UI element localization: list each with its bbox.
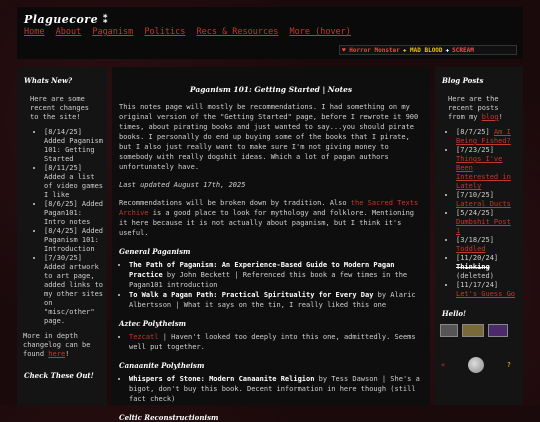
book-title: To Walk a Pagan Path: Practical Spiritua… [129, 291, 374, 299]
check-these-out-heading: Check These Out! [24, 371, 94, 380]
blog-post-link[interactable]: Let's Guess Go [456, 290, 515, 298]
arrow-left-icon[interactable]: « [441, 361, 445, 369]
list-item: Whispers of Stone: Modern Canaanite Reli… [129, 374, 424, 404]
site-header: Plaguecore ⁑ Home About Paganism Politic… [17, 7, 523, 59]
moon-icon [468, 357, 484, 373]
blog-post-deleted: Thinking [456, 263, 490, 271]
whats-new-intro: Here are some recent changes to the site… [30, 95, 90, 121]
hello-badges [440, 324, 523, 337]
changelog-list: [8/14/25] Added Paganism 101: Getting St… [17, 128, 107, 326]
general-list: The Path of Paganism: An Experience-Base… [112, 260, 424, 310]
whats-new-heading: Whats New? [24, 76, 73, 85]
nav-recs[interactable]: Recs & Resources [196, 27, 278, 37]
blog-posts-heading: Blog Posts [442, 76, 484, 85]
list-item: [7/23/25] Things I've Been Interested in… [456, 146, 519, 191]
list-item: To Walk a Pagan Path: Practical Spiritua… [129, 290, 424, 310]
intro-paragraph: This notes page will mostly be recommend… [119, 103, 419, 171]
blog-post-link[interactable]: Lateral Ducts [456, 200, 511, 208]
aztec-list: Tezcatl | Haven't looked too deeply into… [112, 332, 424, 352]
list-item: [8/7/25] Am I Being Fished? [456, 128, 519, 146]
widget-row: « ? [441, 357, 511, 373]
banner-cross: ✚ [445, 46, 450, 54]
section-general: General Paganism [119, 247, 191, 256]
nav-paganism[interactable]: Paganism [92, 27, 133, 37]
badge-image[interactable] [440, 324, 458, 337]
section-celtic: Celtic Reconstructionism [119, 413, 219, 422]
blog-post-link[interactable]: Toddled [456, 245, 486, 253]
list-item: [5/24/25] Dumbshit Post 1 [456, 209, 519, 236]
nav-more[interactable]: More (hover) [290, 27, 351, 37]
blog-post-link[interactable]: Things I've Been Interested in Lately [456, 155, 511, 190]
left-sidebar: Whats New? Here are some recent changes … [17, 67, 107, 405]
blog-post-link[interactable]: Dumbshit Post 1 [456, 218, 511, 235]
page-title: Paganism 101: Getting Started | Notes [189, 85, 353, 94]
blog-link[interactable]: blog [482, 113, 499, 121]
banner-horror: ♥ Horror Monster [342, 46, 400, 54]
book-title: Whispers of Stone: Modern Canaanite Reli… [129, 375, 315, 383]
changelog-link[interactable]: here [48, 350, 65, 358]
question-icon[interactable]: ? [507, 361, 511, 369]
nav-about[interactable]: About [56, 27, 82, 37]
banner-scream: SCREAM [452, 46, 474, 54]
list-item: [7/10/25] Lateral Ducts [456, 191, 519, 209]
list-item: [8/14/25] Added Paganism 101: Getting St… [44, 128, 103, 164]
list-item: [8/4/25] Added Paganism 101: Introductio… [44, 227, 103, 254]
list-item: [8/6/25] Added Pagan101: Intro notes [44, 200, 103, 227]
section-aztec: Aztec Polytheism [119, 319, 187, 328]
badge-image[interactable] [462, 324, 484, 337]
list-item: [3/18/25] Toddled [456, 236, 519, 254]
list-item: The Path of Paganism: An Experience-Base… [129, 260, 424, 290]
list-item: [8/11/25] Added a list of video games I … [44, 164, 103, 200]
hello-heading: Hello! [442, 309, 467, 318]
list-item: [11/20/24] Thinking (deleted) [456, 254, 519, 281]
list-item: [11/17/24] Let's Guess Go [456, 281, 519, 299]
banner-strip: ♥ Horror Monster ✚ MAD BLOOD ✚ SCREAM [339, 45, 517, 55]
banner-blood: ✚ MAD BLOOD [402, 46, 443, 54]
recs-paragraph: Recommendations will be broken down by t… [119, 199, 419, 237]
main-content: Paganism 101: Getting Started | Notes Th… [112, 67, 430, 422]
nav-politics[interactable]: Politics [144, 27, 185, 37]
canaanite-list: Whispers of Stone: Modern Canaanite Reli… [112, 374, 424, 404]
list-item: Tezcatl | Haven't looked too deeply into… [129, 332, 424, 352]
last-updated: Last updated August 17th, 2025 [119, 181, 246, 189]
list-item: [7/30/25] Added artwork to art page, add… [44, 254, 103, 326]
badge-image[interactable] [488, 324, 508, 337]
blog-intro: Here are the recent posts from my blog! [448, 95, 503, 121]
blog-list: [8/7/25] Am I Being Fished? [7/23/25] Th… [435, 128, 523, 299]
sparkle-icon: ⁑ [102, 13, 109, 26]
main-nav: Home About Paganism Politics Recs & Reso… [24, 27, 357, 37]
changelog-footer: More in depth changelog can be found her… [23, 332, 91, 358]
right-sidebar: Blog Posts Here are the recent posts fro… [435, 67, 523, 405]
tezcatl-link[interactable]: Tezcatl [129, 333, 159, 341]
nav-home[interactable]: Home [24, 27, 44, 37]
site-title[interactable]: Plaguecore ⁑ [24, 13, 109, 26]
section-canaanite: Canaanite Polytheism [119, 361, 205, 370]
